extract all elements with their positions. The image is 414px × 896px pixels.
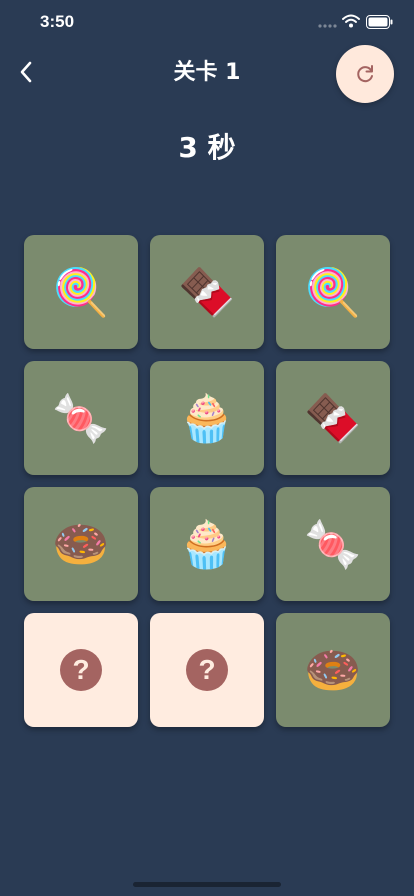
memory-card[interactable]: 🍬 <box>24 361 138 475</box>
lollipop-icon: 🍭 <box>304 265 362 319</box>
memory-card-hidden[interactable]: ? <box>24 613 138 727</box>
candy-icon: 🍬 <box>52 391 110 445</box>
cupcake-icon: 🧁 <box>178 391 236 445</box>
card-grid: 🍭 🍫 🍭 🍬 🧁 🍫 🍩 🧁 🍬 ? ? 🍩 <box>24 235 390 727</box>
status-time: 3:50 <box>40 12 75 31</box>
question-mark-icon: ? <box>186 649 228 691</box>
question-mark-icon: ? <box>60 649 102 691</box>
memory-card-hidden[interactable]: ? <box>150 613 264 727</box>
cupcake-icon: 🧁 <box>178 517 236 571</box>
wifi-icon <box>342 14 360 28</box>
memory-card[interactable]: 🧁 <box>150 487 264 601</box>
memory-card[interactable]: 🍭 <box>276 235 390 349</box>
memory-card[interactable]: 🍫 <box>276 361 390 475</box>
memory-card[interactable]: 🍭 <box>24 235 138 349</box>
donut-icon: 🍩 <box>52 517 110 571</box>
timer-display: 3 秒 <box>178 131 236 164</box>
memory-card[interactable]: 🍩 <box>24 487 138 601</box>
chocolate-bar-icon: 🍫 <box>304 391 362 445</box>
memory-card[interactable]: 🍫 <box>150 235 264 349</box>
battery-icon <box>366 15 393 29</box>
candy-icon: 🍬 <box>304 517 362 571</box>
donut-icon: 🍩 <box>304 643 362 697</box>
home-indicator <box>133 882 281 887</box>
lollipop-icon: 🍭 <box>52 265 110 319</box>
memory-card[interactable]: 🍩 <box>276 613 390 727</box>
memory-card[interactable]: 🍬 <box>276 487 390 601</box>
memory-card[interactable]: 🧁 <box>150 361 264 475</box>
status-bar: 3:50 <box>0 0 414 44</box>
cellular-signal-icon <box>318 24 337 28</box>
refresh-icon <box>357 65 373 83</box>
chocolate-bar-icon: 🍫 <box>178 265 236 319</box>
restart-button[interactable] <box>336 45 394 103</box>
